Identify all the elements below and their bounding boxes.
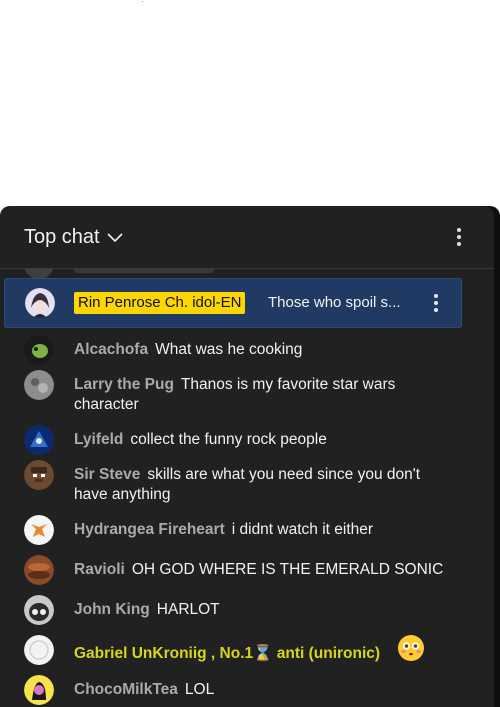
avatar[interactable] (24, 595, 54, 625)
message-text: OH GOD WHERE IS THE EMERALD SONIC (131, 561, 444, 578)
faded-text (74, 269, 214, 273)
scrollbar-track[interactable] (494, 268, 500, 707)
chat-container: Top chat Rin Penrose Ch. idol-EN Those w… (0, 206, 494, 707)
avatar[interactable] (24, 370, 54, 400)
page-top-area (0, 0, 500, 206)
author-name[interactable]: Gabriel UnKroniig , No.1⌛ anti (unironic… (74, 645, 380, 662)
chat-menu-icon[interactable] (447, 225, 471, 249)
chat-message[interactable]: Alcachofa What was he cooking (0, 335, 470, 365)
message-body: ChocoMilkTea LOL (74, 680, 444, 700)
highlighted-message[interactable]: Rin Penrose Ch. idol-EN Those who spoil … (4, 278, 462, 328)
more-vert-icon[interactable] (424, 291, 448, 315)
chat-header: Top chat (0, 206, 494, 269)
author-name[interactable]: ChocoMilkTea (74, 681, 178, 698)
author-name[interactable]: Ravioli (74, 561, 125, 578)
avatar[interactable] (25, 288, 55, 318)
message-body: Larry the Pug Thanos is my favorite star … (74, 375, 444, 415)
message-text: LOL (184, 681, 215, 698)
message-body: Hydrangea Fireheart i didnt watch it eith… (74, 520, 444, 540)
live-chat-panel: Top chat Rin Penrose Ch. idol-EN Those w… (0, 206, 500, 707)
chat-message[interactable]: Larry the Pug Thanos is my favorite star … (0, 370, 470, 413)
message-text: HARLOT (156, 601, 220, 618)
avatar[interactable] (24, 635, 54, 665)
author-name[interactable]: Sir Steve (74, 466, 140, 483)
avatar[interactable] (24, 335, 54, 365)
chat-mode-dropdown[interactable]: Top chat (24, 225, 124, 249)
avatar[interactable] (24, 460, 54, 490)
chat-message[interactable]: ChocoMilkTea LOL (0, 675, 470, 705)
avatar[interactable] (24, 425, 54, 455)
author-name-badge[interactable]: Rin Penrose Ch. idol-EN (74, 292, 246, 314)
chat-message[interactable]: Hydrangea Fireheart i didnt watch it eith… (0, 515, 470, 545)
chat-message[interactable]: John King HARLOT (0, 595, 470, 625)
author-name[interactable]: Larry the Pug (74, 376, 174, 393)
avatar[interactable] (24, 675, 54, 705)
chat-message[interactable]: Gabriel UnKroniig , No.1⌛ anti (unironic… (0, 635, 470, 665)
chevron-down-icon (107, 233, 123, 243)
author-name[interactable]: Hydrangea Fireheart (74, 521, 225, 538)
message-body: Ravioli OH GOD WHERE IS THE EMERALD SONIC (74, 560, 444, 580)
avatar[interactable] (24, 515, 54, 545)
author-name[interactable]: John King (74, 601, 150, 618)
chat-title: Top chat (24, 226, 100, 248)
flushed-face-emoji-icon (397, 634, 425, 668)
chat-message[interactable]: Ravioli OH GOD WHERE IS THE EMERALD SONIC (0, 555, 470, 585)
chat-message[interactable]: Lyifeld collect the funny rock people (0, 425, 470, 455)
author-name[interactable]: Alcachofa (74, 341, 148, 358)
message-text: i didnt watch it either (231, 521, 374, 538)
speck (142, 1, 143, 2)
message-text: What was he cooking (155, 341, 303, 358)
message-text: collect the funny rock people (130, 431, 327, 448)
author-name[interactable]: Lyifeld (74, 431, 123, 448)
message-body: Lyifeld collect the funny rock people (74, 430, 444, 450)
message-body: Gabriel UnKroniig , No.1⌛ anti (unironic… (74, 635, 444, 668)
chat-message[interactable]: Sir Steve skills are what you need since … (0, 460, 470, 503)
chat-message-list[interactable]: Rin Penrose Ch. idol-EN Those who spoil … (0, 269, 470, 707)
message-body: Sir Steve skills are what you need since … (74, 465, 444, 505)
message-text: Those who spoil s... (268, 294, 401, 311)
avatar[interactable] (24, 555, 54, 585)
message-body: Alcachofa What was he cooking (74, 340, 444, 360)
message-body: John King HARLOT (74, 600, 444, 620)
